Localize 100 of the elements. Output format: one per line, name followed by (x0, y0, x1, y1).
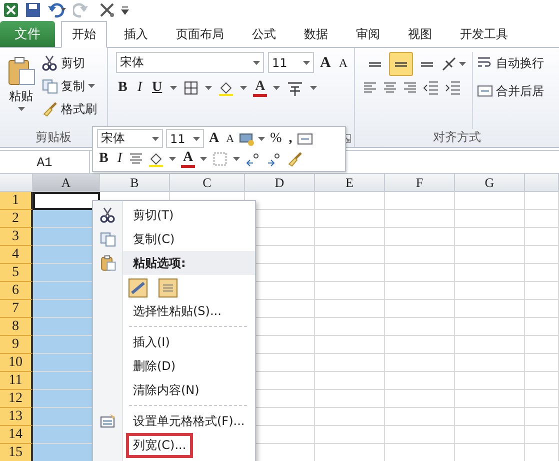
caret-icon (253, 60, 260, 64)
caret-icon (240, 86, 248, 90)
comma-button[interactable]: , (286, 130, 294, 148)
italic-button[interactable]: I (135, 79, 144, 97)
shrink-font-button[interactable]: A (224, 130, 236, 148)
format-cells-icon (100, 413, 116, 429)
column-header[interactable]: E (315, 174, 385, 192)
row-header[interactable]: 6 (0, 282, 33, 300)
table-cell (315, 282, 385, 300)
row-header[interactable]: 13 (0, 408, 33, 426)
menu-item[interactable]: 清除内容(N) (93, 378, 255, 402)
font-size-field[interactable]: 11 (166, 129, 204, 148)
scissors-icon (42, 55, 58, 71)
row-header[interactable]: 15 (0, 444, 33, 461)
table-cell (315, 192, 385, 210)
table-cell (385, 228, 455, 246)
column-header[interactable]: C (170, 174, 245, 192)
copy-button[interactable]: 复制 (42, 75, 97, 97)
file-tab[interactable]: 文件 (0, 21, 55, 47)
column-header[interactable]: A (33, 174, 100, 192)
active-cell[interactable] (33, 192, 100, 210)
row-header[interactable]: 11 (0, 372, 33, 390)
column-header[interactable]: F (385, 174, 455, 192)
row-header[interactable]: 14 (0, 426, 33, 444)
table-cell (455, 336, 525, 354)
cut-button[interactable]: 剪切 (42, 52, 97, 74)
bold-button[interactable]: B (97, 150, 110, 168)
table-cell (455, 264, 525, 282)
grow-font-button[interactable]: A (318, 54, 333, 72)
row-header[interactable]: 5 (0, 264, 33, 282)
ribbon-tab[interactable]: 开始 (61, 21, 107, 48)
table-cell (455, 246, 525, 264)
table-cell (525, 228, 559, 246)
menu-item[interactable]: 列宽(C)... (93, 433, 255, 457)
ribbon-tab[interactable]: 插入 (113, 21, 159, 47)
percent-button[interactable]: % (268, 130, 284, 148)
underline-button[interactable]: U (150, 79, 164, 97)
row-header[interactable]: 4 (0, 246, 33, 264)
italic-button[interactable]: I (115, 150, 124, 168)
table-cell (385, 246, 455, 264)
table-cell (385, 336, 455, 354)
ribbon-tab[interactable]: 页面布局 (165, 21, 235, 47)
table-cell (525, 354, 559, 372)
table-cell (525, 192, 559, 210)
table-cell (525, 372, 559, 390)
bold-button[interactable]: B (116, 79, 130, 97)
row-header[interactable]: 2 (0, 210, 33, 228)
table-cell (385, 354, 455, 372)
caret-icon (303, 60, 310, 64)
table-cell (315, 426, 385, 444)
wrap-text-button[interactable]: 自动换行 (477, 52, 544, 74)
ribbon-tab[interactable]: 开发工具 (449, 21, 519, 47)
menu-item[interactable]: 选择性粘贴(S)... (93, 299, 255, 323)
menu-item[interactable]: 插入(I) (93, 330, 255, 354)
menu-item[interactable]: 复制(C) (93, 227, 255, 251)
row-header[interactable]: 8 (0, 318, 33, 336)
ribbon-tab[interactable]: 视图 (397, 21, 443, 47)
row-header[interactable]: 10 (0, 354, 33, 372)
align-icon (383, 82, 397, 94)
table-cell (525, 390, 559, 408)
format-painter-button[interactable]: 格式刷 (42, 98, 97, 120)
table-cell (455, 318, 525, 336)
text-angle-icon (441, 56, 457, 72)
font-size-field[interactable]: 11 (268, 52, 314, 73)
table-cell (525, 336, 559, 354)
font-color-button[interactable]: A (253, 79, 268, 97)
indent-decrease-icon (423, 80, 439, 96)
row-header[interactable]: 1 (0, 192, 33, 210)
table-cell (315, 408, 385, 426)
column-header[interactable]: B (100, 174, 170, 192)
font-name-field[interactable]: 宋体 (97, 129, 163, 148)
merge-cells-icon (477, 83, 493, 99)
select-all-corner[interactable] (0, 174, 33, 192)
table-cell (385, 300, 455, 318)
row-header[interactable]: 3 (0, 228, 33, 246)
column-header[interactable] (525, 174, 559, 192)
menu-item[interactable]: 剪切(T) (93, 203, 255, 227)
grow-font-button[interactable]: A (207, 130, 222, 148)
paste-button[interactable]: 粘贴 (4, 52, 38, 129)
menu-item[interactable]: 删除(D) (93, 354, 255, 378)
ribbon-tab[interactable]: 数据 (293, 21, 339, 47)
table-cell (385, 426, 455, 444)
column-header[interactable]: G (455, 174, 525, 192)
merge-center-button[interactable]: 合并后居 (477, 80, 544, 102)
shrink-font-button[interactable]: A (336, 54, 350, 72)
row-header[interactable]: 9 (0, 336, 33, 354)
row-header[interactable]: 7 (0, 300, 33, 318)
font-name-field[interactable]: 宋体 (116, 52, 264, 73)
vertical-align-button[interactable] (389, 52, 413, 76)
font-color-button[interactable]: A (181, 150, 196, 168)
table-cell (525, 318, 559, 336)
caret-icon (459, 62, 466, 66)
copy-icon (100, 231, 116, 247)
ribbon-tab[interactable]: 审阅 (345, 21, 391, 47)
name-box[interactable]: A1 (0, 151, 90, 173)
table-cell (385, 210, 455, 228)
column-header[interactable]: D (245, 174, 315, 192)
ribbon-tab[interactable]: 公式 (241, 21, 287, 47)
menu-item[interactable]: 设置单元格格式(F)... (93, 409, 255, 433)
row-header[interactable]: 12 (0, 390, 33, 408)
